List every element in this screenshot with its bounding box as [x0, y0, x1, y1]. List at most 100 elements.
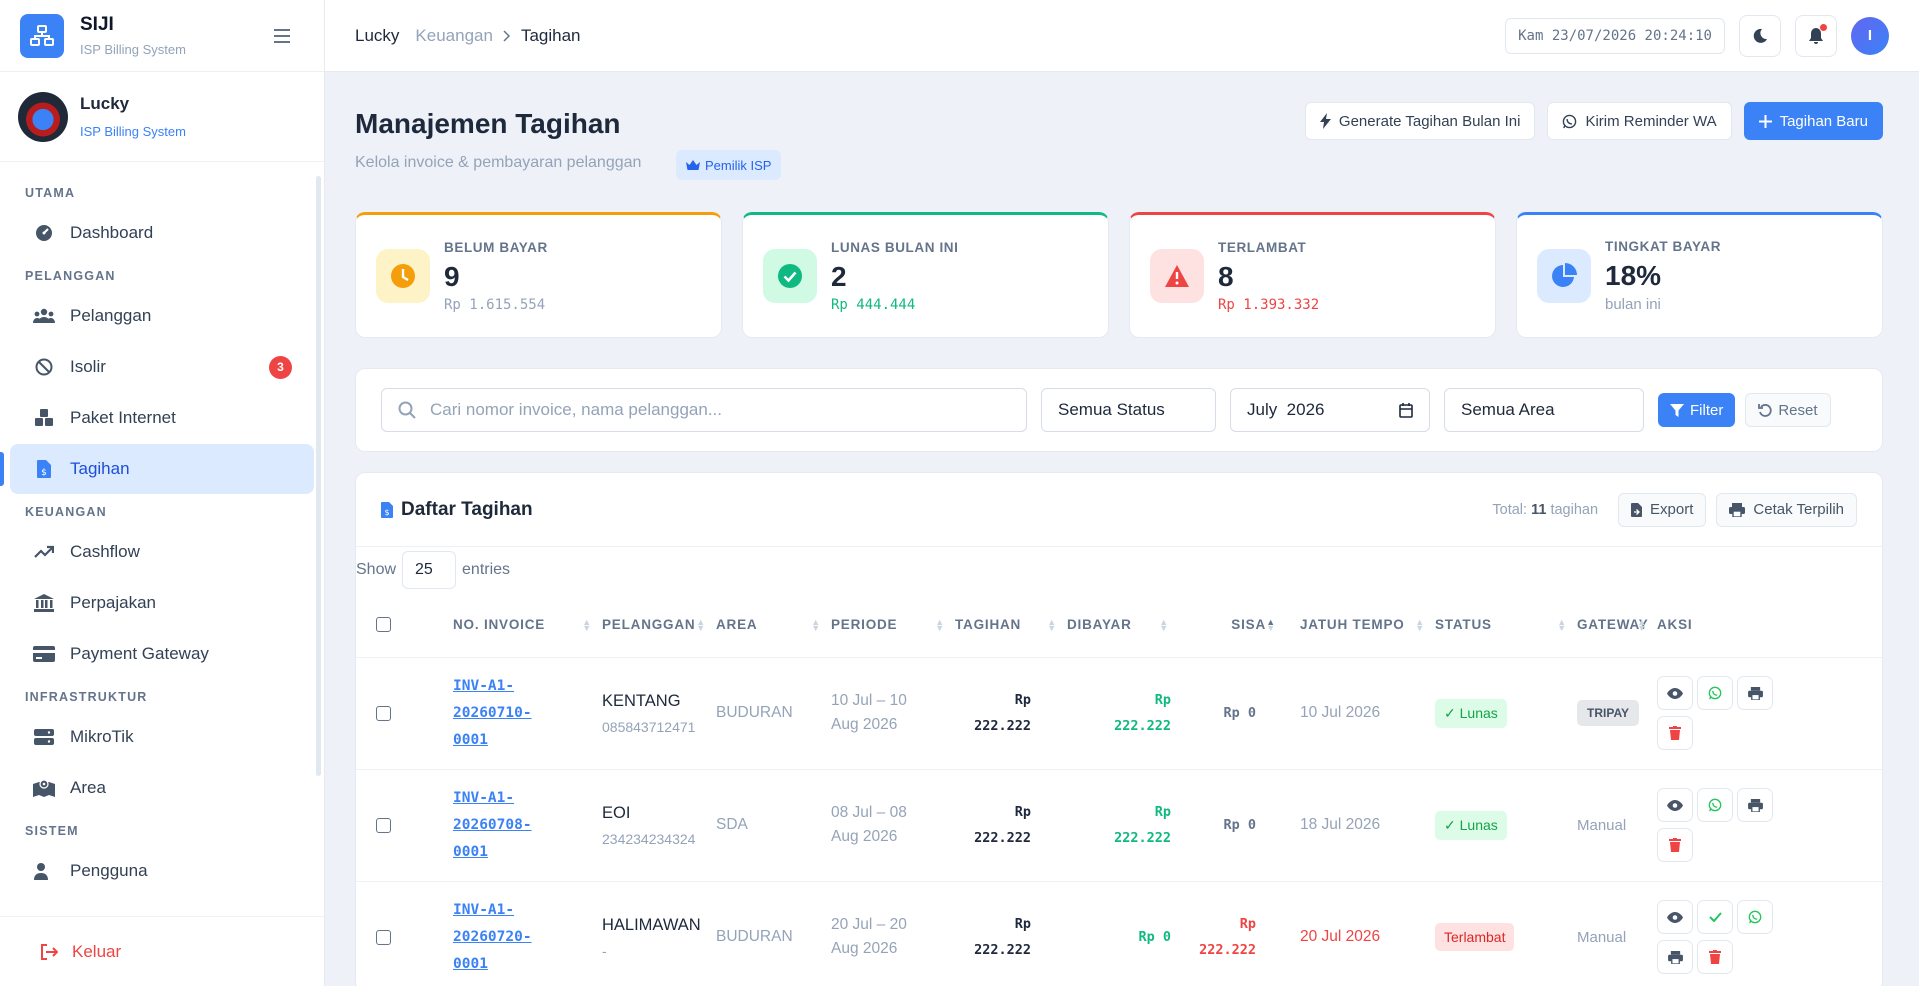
- breadcrumb-keuangan[interactable]: Keuangan: [415, 26, 493, 46]
- col-jatuh-tempo[interactable]: JATUH TEMPO ▲ ▼: [1286, 593, 1435, 658]
- reset-button[interactable]: Reset: [1745, 393, 1831, 427]
- sidebar-item-mikrotik[interactable]: MikroTik: [10, 712, 314, 762]
- sidebar-item-tagihan[interactable]: $ Tagihan: [0, 444, 314, 494]
- page-subtitle: Kelola invoice & pembayaran pelanggan: [355, 154, 642, 171]
- logout-button[interactable]: Keluar: [0, 916, 324, 986]
- brand: SIJI ISP Billing System: [0, 0, 324, 72]
- notification-dot: [1820, 23, 1827, 31]
- view-button[interactable]: [1657, 788, 1693, 822]
- invoice-link[interactable]: INV-A1- 20260720- 0001: [453, 897, 543, 978]
- printer-icon: [1729, 502, 1746, 517]
- breadcrumb-current: Tagihan: [520, 25, 581, 45]
- printer-icon: [1747, 798, 1763, 812]
- search-input[interactable]: Cari nomor invoice, nama pelanggan...: [381, 388, 1027, 432]
- sidebar-scrollbar[interactable]: [316, 176, 321, 776]
- col-gateway[interactable]: GATEWAY ▲ ▼: [1577, 593, 1657, 658]
- customer-phone: -: [602, 942, 607, 959]
- whatsapp-button[interactable]: [1737, 900, 1773, 934]
- area-value: SDA: [716, 816, 748, 833]
- delete-button[interactable]: [1697, 940, 1733, 974]
- select-all-checkbox[interactable]: [376, 617, 391, 633]
- amount-due: Rp 222.222: [974, 916, 1031, 958]
- print-button[interactable]: [1737, 676, 1773, 710]
- row-checkbox[interactable]: [376, 817, 391, 833]
- generate-label: Generate Tagihan Bulan Ini: [1338, 112, 1521, 130]
- view-button[interactable]: [1657, 676, 1693, 710]
- sort-icon: ▲ ▼: [1557, 617, 1567, 633]
- sidebar-item-payment-gateway[interactable]: Payment Gateway: [10, 629, 314, 679]
- row-checkbox[interactable]: [376, 705, 391, 721]
- new-invoice-button[interactable]: Tagihan Baru: [1743, 102, 1883, 140]
- gauge-icon: [32, 222, 56, 244]
- nav-section-pelanggan: PELANGGAN: [25, 269, 116, 283]
- status-select[interactable]: Semua Status: [1041, 388, 1216, 432]
- delete-button[interactable]: [1657, 716, 1693, 750]
- sidebar-item-dashboard[interactable]: Dashboard: [10, 208, 314, 258]
- calendar-icon[interactable]: [1399, 402, 1413, 418]
- breadcrumb-root[interactable]: Lucky: [355, 26, 399, 46]
- new-invoice-label: Tagihan Baru: [1779, 112, 1868, 130]
- role-badge: Pemilik ISP: [676, 150, 782, 180]
- whatsapp-icon: [1708, 686, 1722, 700]
- send-wa-reminder-button[interactable]: Kirim Reminder WA: [1547, 102, 1732, 140]
- sidebar-item-isolir[interactable]: Isolir 3: [10, 342, 314, 392]
- filter-button[interactable]: Filter: [1658, 393, 1736, 427]
- col-invoice[interactable]: NO. INVOICE ▲ ▼: [453, 593, 602, 658]
- sidebar-item-pengguna[interactable]: Pengguna: [10, 846, 314, 896]
- sidebar: SIJI ISP Billing System Lucky ISP Billin…: [0, 0, 325, 986]
- export-button[interactable]: Export: [1618, 492, 1707, 527]
- table-title: Daftar Tagihan: [401, 498, 533, 520]
- col-tagihan[interactable]: TAGIHAN ▲ ▼: [955, 593, 1067, 658]
- amount-due: Rp 222.222: [974, 692, 1031, 734]
- col-dibayar[interactable]: DIBAYAR ▲ ▼: [1067, 593, 1179, 658]
- area-select[interactable]: Semua Area: [1444, 388, 1644, 432]
- whatsapp-button[interactable]: [1697, 676, 1733, 710]
- generate-invoices-button[interactable]: Generate Tagihan Bulan Ini: [1304, 102, 1536, 140]
- mark-paid-button[interactable]: [1697, 900, 1733, 934]
- col-area[interactable]: AREA ▲ ▼: [716, 593, 831, 658]
- page-title: Manajemen Tagihan: [355, 108, 621, 139]
- due-date: 18 Jul 2026: [1300, 816, 1381, 833]
- users-icon: [32, 305, 56, 327]
- print-selected-button[interactable]: Cetak Terpilih: [1716, 492, 1857, 527]
- customer-name: HALIMAWAN: [602, 915, 701, 934]
- col-pelanggan[interactable]: PELANGGAN ▲ ▼: [602, 593, 716, 658]
- search-placeholder: Cari nomor invoice, nama pelanggan...: [430, 400, 722, 419]
- row-checkbox[interactable]: [376, 929, 391, 945]
- sort-icon: ▲ ▼: [696, 617, 706, 633]
- customer-phone: 234234234324: [602, 830, 696, 847]
- notifications-button[interactable]: [1795, 14, 1837, 57]
- entries-select[interactable]: 25: [402, 551, 457, 589]
- whatsapp-icon: [1708, 798, 1722, 812]
- invoice-link[interactable]: INV-A1- 20260708- 0001: [453, 785, 543, 866]
- whatsapp-icon: [1563, 114, 1577, 128]
- sort-icon: ▲ ▼: [1637, 617, 1647, 633]
- sidebar-item-perpajakan[interactable]: Perpajakan: [10, 578, 314, 628]
- sidebar-item-cashflow[interactable]: Cashflow: [10, 527, 314, 577]
- sort-icon: ▲ ▼: [1266, 617, 1276, 633]
- invoice-table: NO. INVOICE ▲ ▼ PELANGGAN ▲ ▼ AREA ▲ ▼ PERIODE…: [356, 593, 1882, 986]
- view-button[interactable]: [1657, 900, 1693, 934]
- main-content: Manajemen Tagihan Kelola invoice & pemba…: [355, 72, 1883, 986]
- col-status[interactable]: STATUS ▲ ▼: [1435, 593, 1577, 658]
- col-aksi: AKSI: [1657, 593, 1882, 658]
- month-picker[interactable]: July 2026: [1230, 388, 1430, 432]
- whatsapp-button[interactable]: [1697, 788, 1733, 822]
- user-avatar: [18, 91, 68, 142]
- sidebar-item-label: MikroTik: [70, 727, 134, 746]
- invoice-link[interactable]: INV-A1- 20260710- 0001: [453, 673, 543, 754]
- sidebar-item-area[interactable]: Area: [10, 763, 314, 813]
- total-count: Total: 11 tagihan: [1492, 501, 1599, 518]
- print-button[interactable]: [1657, 940, 1693, 974]
- sidebar-item-paket-internet[interactable]: Paket Internet: [10, 393, 314, 443]
- col-sisa[interactable]: SISA ▲ ▼: [1179, 593, 1286, 658]
- col-periode[interactable]: PERIODE ▲ ▼: [831, 593, 955, 658]
- status-badge: Terlambat: [1435, 923, 1515, 951]
- delete-button[interactable]: [1657, 828, 1693, 862]
- user-avatar-button[interactable]: I: [1851, 16, 1889, 55]
- file-export-icon: [1631, 502, 1643, 517]
- menu-toggle-icon[interactable]: [270, 24, 294, 48]
- theme-toggle-button[interactable]: [1739, 14, 1781, 57]
- sidebar-item-pelanggan[interactable]: Pelanggan: [10, 291, 314, 341]
- print-button[interactable]: [1737, 788, 1773, 822]
